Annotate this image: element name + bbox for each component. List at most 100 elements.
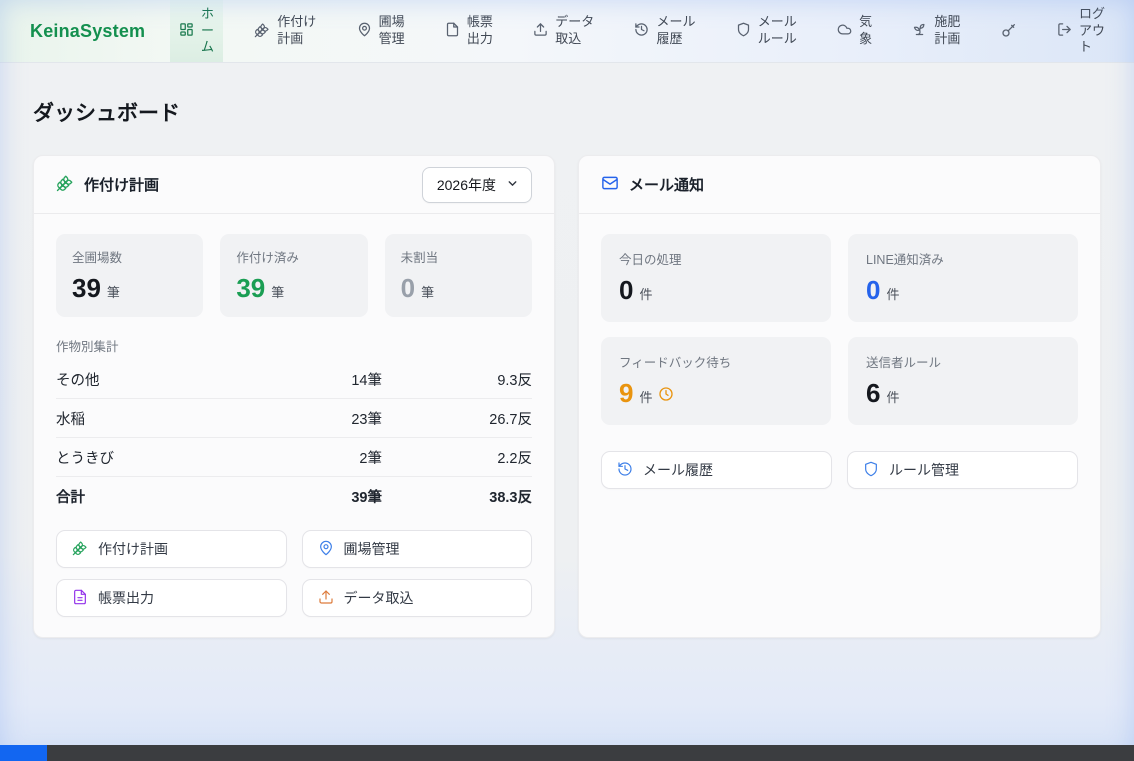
crop-count: 39筆 bbox=[272, 486, 382, 507]
nav-item-label: 施肥 計画 bbox=[934, 14, 960, 48]
stat-value: 0 bbox=[619, 277, 633, 303]
map-pin-icon bbox=[357, 22, 372, 40]
stat-value: 39 bbox=[236, 275, 265, 301]
year-select[interactable]: 2026年度 bbox=[422, 167, 532, 203]
nav-item-home[interactable]: ホ ー ム bbox=[170, 0, 223, 62]
crop-name: その他 bbox=[56, 369, 272, 390]
crop-summary-label: 作物別集計 bbox=[56, 336, 532, 355]
stat-label: 全圃場数 bbox=[72, 247, 187, 266]
nav-item-fertilization-plan[interactable]: 施肥 計画 bbox=[903, 0, 969, 62]
nav-item-label: ログ アウ ト bbox=[1079, 6, 1105, 57]
rule-management-button[interactable]: ルール管理 bbox=[847, 451, 1078, 489]
key-icon bbox=[1001, 22, 1017, 41]
nav-item-planting-plan[interactable]: 作付け 計画 bbox=[245, 0, 325, 62]
nav-item-label: 作付け 計画 bbox=[277, 14, 316, 48]
table-row-total: 合計 39筆 38.3反 bbox=[56, 477, 532, 515]
planting-stats: 全圃場数 39 筆 作付け済み 39 筆 未割当 0筆 bbox=[56, 234, 532, 317]
history-icon bbox=[617, 461, 633, 480]
planting-card-title: 作付け計画 bbox=[56, 174, 159, 196]
stat-unassigned: 未割当 0筆 bbox=[385, 234, 532, 317]
crop-area: 26.7反 bbox=[382, 408, 532, 429]
crop-name: 合計 bbox=[56, 486, 272, 507]
taskbar-blue-segment bbox=[0, 745, 47, 761]
cloud-icon bbox=[837, 22, 852, 40]
nav-item-label: 帳票 出力 bbox=[467, 14, 493, 48]
stat-value: 6 bbox=[866, 380, 880, 406]
nav-item-mail-history[interactable]: メール 履歴 bbox=[625, 0, 704, 62]
button-label: 帳票出力 bbox=[98, 588, 154, 608]
crop-count: 2筆 bbox=[272, 447, 382, 468]
table-row: とうきび 2筆 2.2反 bbox=[56, 438, 532, 477]
crop-count: 23筆 bbox=[272, 408, 382, 429]
stat-feedback-pending: フィードバック待ち 9 件 bbox=[601, 337, 831, 425]
stat-label: 今日の処理 bbox=[619, 249, 813, 268]
file-icon bbox=[445, 22, 460, 40]
history-icon bbox=[634, 22, 649, 40]
report-output-button[interactable]: 帳票出力 bbox=[56, 579, 287, 617]
stat-label: 作付け済み bbox=[236, 247, 351, 266]
clock-icon bbox=[658, 386, 674, 402]
stat-unit: 件 bbox=[886, 387, 899, 406]
nav-item-label: ホ ー ム bbox=[201, 6, 214, 57]
nav-item-label: 圃場 管理 bbox=[379, 14, 405, 48]
nav-item-label: メール ルール bbox=[758, 14, 797, 48]
wheat-icon bbox=[72, 540, 88, 559]
stat-planted: 作付け済み 39 筆 bbox=[220, 234, 367, 317]
data-import-button[interactable]: データ取込 bbox=[302, 579, 533, 617]
stat-unit: 件 bbox=[639, 284, 652, 303]
nav-item-logout[interactable]: ログ アウ ト bbox=[1048, 0, 1114, 62]
nav-item-report-output[interactable]: 帳票 出力 bbox=[436, 0, 502, 62]
stat-unit: 件 bbox=[886, 284, 899, 303]
brand-logo[interactable]: KeinaSystem bbox=[0, 0, 170, 62]
stat-value: 0 bbox=[401, 275, 415, 301]
bottom-taskbar bbox=[0, 745, 1134, 761]
stat-value: 9 bbox=[619, 380, 633, 406]
stat-sender-rules: 送信者ルール 6件 bbox=[848, 337, 1078, 425]
button-label: 作付け計画 bbox=[98, 539, 168, 559]
stat-unit: 筆 bbox=[421, 282, 434, 301]
planting-quick-actions: 作付け計画 圃場管理 帳票出力 データ取込 bbox=[56, 530, 532, 617]
mail-history-button[interactable]: メール履歴 bbox=[601, 451, 832, 489]
stat-unit: 筆 bbox=[107, 282, 120, 301]
button-label: データ取込 bbox=[344, 588, 414, 608]
nav-item-password-key[interactable] bbox=[992, 0, 1026, 62]
nav-item-label: データ 取込 bbox=[555, 14, 594, 48]
stat-value: 0 bbox=[866, 277, 880, 303]
stat-label: フィードバック待ち bbox=[619, 352, 813, 371]
map-pin-icon bbox=[318, 540, 334, 559]
stat-value: 39 bbox=[72, 275, 101, 301]
nav-item-data-import[interactable]: データ 取込 bbox=[524, 0, 603, 62]
mail-quick-actions: メール履歴 ルール管理 bbox=[601, 451, 1078, 489]
dashboard-icon bbox=[179, 22, 194, 40]
button-label: 圃場管理 bbox=[344, 539, 400, 559]
crop-summary-table: その他 14筆 9.3反 水稲 23筆 26.7反 とうきび 2筆 2. bbox=[56, 360, 532, 515]
main-content: ダッシュボード 作付け計画 2026年度 bbox=[0, 63, 1134, 745]
nav-item-mail-rules[interactable]: メール ルール bbox=[727, 0, 806, 62]
mail-card-body: 今日の処理 0件 LINE通知済み 0件 フィードバック待ち 9 件 bbox=[579, 214, 1100, 637]
stat-label: 送信者ルール bbox=[866, 352, 1060, 371]
crop-name: 水稲 bbox=[56, 408, 272, 429]
shield-icon bbox=[736, 22, 751, 40]
nav-item-field-management[interactable]: 圃場 管理 bbox=[348, 0, 414, 62]
planting-plan-button[interactable]: 作付け計画 bbox=[56, 530, 287, 568]
crop-count: 14筆 bbox=[272, 369, 382, 390]
table-row: 水稲 23筆 26.7反 bbox=[56, 399, 532, 438]
stat-unit: 筆 bbox=[271, 282, 284, 301]
year-select-value: 2026年度 bbox=[437, 175, 496, 195]
nav-item-weather[interactable]: 気 象 bbox=[828, 0, 881, 62]
planting-card-header: 作付け計画 2026年度 bbox=[34, 156, 554, 214]
crop-area: 38.3反 bbox=[382, 486, 532, 507]
file-icon bbox=[72, 589, 88, 608]
stat-line-notified: LINE通知済み 0件 bbox=[848, 234, 1078, 322]
chevron-down-icon bbox=[506, 177, 519, 193]
mail-stats: 今日の処理 0件 LINE通知済み 0件 フィードバック待ち 9 件 bbox=[601, 234, 1078, 425]
stat-unit: 件 bbox=[639, 387, 652, 406]
shield-icon bbox=[863, 461, 879, 480]
page-title: ダッシュボード bbox=[33, 97, 1101, 127]
upload-icon bbox=[318, 589, 334, 608]
mail-card-header: メール通知 bbox=[579, 156, 1100, 214]
crop-name: とうきび bbox=[56, 447, 272, 468]
planting-card-body: 全圃場数 39筆 作付け済み 39筆 未割当 0筆 作物別集計 bbox=[34, 214, 554, 637]
crop-area: 9.3反 bbox=[382, 369, 532, 390]
field-management-button[interactable]: 圃場管理 bbox=[302, 530, 533, 568]
